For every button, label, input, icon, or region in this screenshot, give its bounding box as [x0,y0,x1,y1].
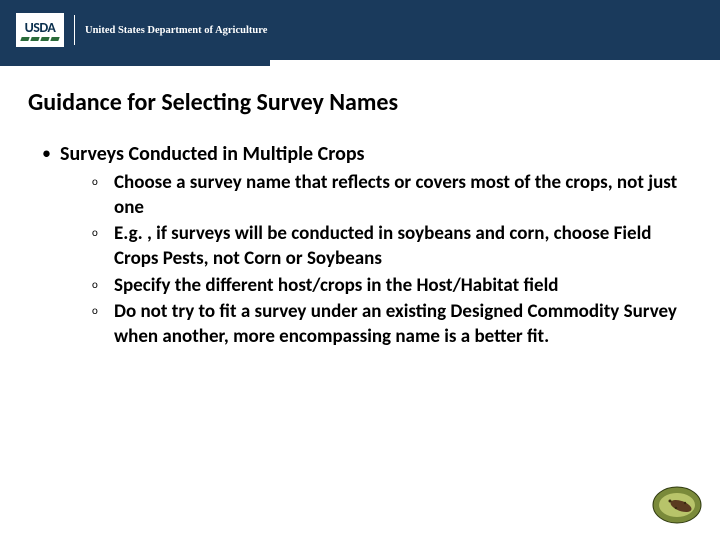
sub-bullet-item: Do not try to fit a survey under an exis… [92,300,692,349]
usda-logo-bars-icon [21,37,59,41]
usda-logo-text: USDA [25,21,56,35]
bullet-item: Surveys Conducted in Multiple Crops Choo… [42,141,692,350]
header-band: USDA United States Department of Agricul… [0,0,720,60]
slide-content: Guidance for Selecting Survey Names Surv… [0,66,720,370]
sub-bullet-item: Specify the different host/crops in the … [92,274,692,299]
bullet-list-inner: Choose a survey name that reflects or co… [60,171,692,350]
slide-title: Guidance for Selecting Survey Names [28,88,692,117]
usda-logo-icon: USDA [16,13,64,47]
sub-bullet-item: E.g. , if surveys will be conducted in s… [92,222,692,271]
bullet-heading: Surveys Conducted in Multiple Crops [60,141,692,167]
logo-divider [74,15,75,45]
bullet-list-outer: Surveys Conducted in Multiple Crops Choo… [28,141,692,350]
sub-bullet-item: Choose a survey name that reflects or co… [92,171,692,220]
logo-block: USDA United States Department of Agricul… [16,13,267,47]
crop-pest-badge-icon [652,486,702,524]
department-name: United States Department of Agriculture [85,25,267,36]
